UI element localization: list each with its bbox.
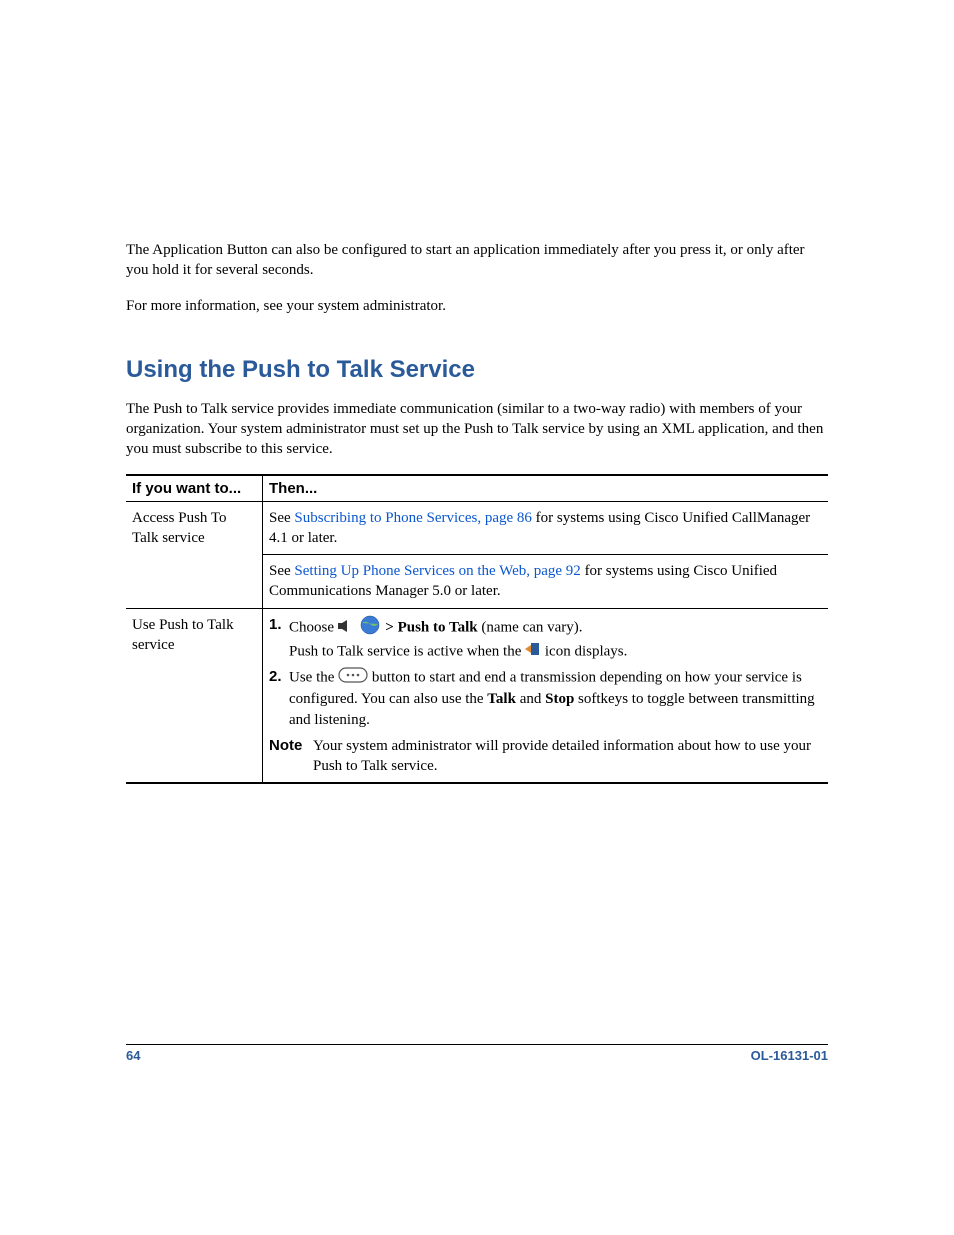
intro-paragraph-2: For more information, see your system ad…: [126, 296, 828, 316]
step1-bold: Push to Talk: [398, 619, 478, 635]
link-subscribing-phone-services[interactable]: Subscribing to Phone Services, page 86: [294, 510, 531, 526]
page-number: 64: [126, 1048, 140, 1063]
row1-cell1-pre: See: [269, 510, 294, 526]
intro-paragraph-1: The Application Button can also be confi…: [126, 240, 828, 281]
table-header-row: If you want to... Then...: [126, 475, 828, 502]
step-2: 2. Use the button to start and end a tra…: [269, 667, 822, 730]
document-id: OL-16131-01: [751, 1048, 828, 1063]
page-container: The Application Button can also be confi…: [0, 0, 954, 1235]
step2-pre: Use the: [289, 670, 338, 686]
step2-talk: Talk: [487, 691, 516, 707]
globe-icon: [358, 615, 382, 641]
note-label: Note: [269, 736, 313, 777]
step-2-body: Use the button to start and end a transm…: [289, 667, 822, 730]
row1-cell2: See Setting Up Phone Services on the Web…: [263, 555, 829, 609]
note-text: Your system administrator will provide d…: [313, 736, 822, 777]
step-1-body: Choose > Push to Talk (name can vary).: [289, 615, 822, 664]
step1-choose-text: Choose: [289, 619, 338, 635]
row1-left: Access Push To Talk service: [126, 501, 263, 608]
step1-line2a: Push to Talk service is active when the: [289, 643, 525, 659]
step2-stop: Stop: [545, 691, 574, 707]
step1-tail: (name can vary).: [478, 619, 583, 635]
step-1: 1. Choose > Pus: [269, 615, 822, 664]
step-2-number: 2.: [269, 667, 289, 730]
row2-right: 1. Choose > Pus: [263, 608, 829, 783]
table-row: Use Push to Talk service 1. Choose: [126, 608, 828, 783]
ptt-active-icon: [525, 641, 541, 663]
row1-cell1: See Subscribing to Phone Services, page …: [263, 501, 829, 555]
step1-line2b: icon displays.: [545, 643, 628, 659]
section-heading: Using the Push to Talk Service: [126, 356, 828, 384]
speaker-icon: [338, 618, 354, 638]
page-footer: 64 OL-16131-01: [126, 1044, 828, 1063]
talk-button-icon: [338, 667, 368, 689]
procedure-table: If you want to... Then... Access Push To…: [126, 474, 828, 785]
row2-left: Use Push to Talk service: [126, 608, 263, 783]
table-header-col2: Then...: [263, 475, 829, 502]
row1-cell2-pre: See: [269, 563, 294, 579]
link-setting-up-phone-services[interactable]: Setting Up Phone Services on the Web, pa…: [294, 563, 580, 579]
table-header-col1: If you want to...: [126, 475, 263, 502]
note-row: Note Your system administrator will prov…: [269, 736, 822, 777]
section-intro: The Push to Talk service provides immedi…: [126, 399, 828, 460]
table-row: Access Push To Talk service See Subscrib…: [126, 501, 828, 555]
step1-arrow: >: [385, 619, 397, 635]
step-1-number: 1.: [269, 615, 289, 664]
step2-and: and: [516, 691, 545, 707]
